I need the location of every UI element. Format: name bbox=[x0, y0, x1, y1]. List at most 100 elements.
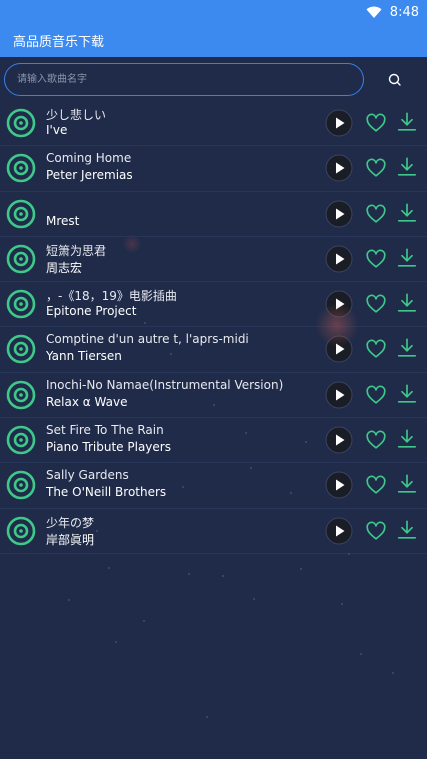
disc-icon bbox=[6, 471, 36, 500]
disc-icon bbox=[6, 380, 36, 410]
download-icon[interactable] bbox=[396, 292, 418, 314]
disc-icon bbox=[6, 199, 36, 228]
song-artist: Yann Tiersen bbox=[46, 349, 122, 364]
heart-icon[interactable] bbox=[365, 157, 387, 179]
song-artist: 周志宏 bbox=[46, 260, 83, 275]
status-bar: 8:48 bbox=[0, 0, 427, 24]
song-title: Coming Home bbox=[46, 151, 132, 166]
song-row[interactable]: 短箫为思君 周志宏 bbox=[0, 237, 427, 283]
background-dot bbox=[206, 716, 208, 718]
heart-icon[interactable] bbox=[365, 338, 387, 360]
song-artist: Mrest bbox=[46, 213, 80, 228]
background-dot bbox=[250, 467, 252, 469]
song-row[interactable]: ，-《18，19》电影插曲 Epitone Project bbox=[0, 282, 427, 328]
heart-icon[interactable] bbox=[365, 248, 387, 270]
song-title: 短箫为思君 bbox=[46, 243, 107, 258]
heart-icon[interactable] bbox=[365, 293, 387, 315]
background-dot bbox=[300, 568, 302, 570]
play-icon[interactable] bbox=[325, 381, 353, 409]
background-dot bbox=[348, 553, 350, 555]
background-blob bbox=[122, 234, 142, 254]
song-row[interactable]: Inochi-No Namae(Instrumental Version) Re… bbox=[0, 373, 427, 419]
song-title: Inochi-No Namae(Instrumental Version) bbox=[46, 377, 284, 392]
download-icon[interactable] bbox=[396, 383, 418, 405]
background-dot bbox=[170, 353, 172, 355]
disc-icon bbox=[6, 516, 36, 545]
song-artist: Peter Jeremias bbox=[46, 168, 133, 183]
heart-icon[interactable] bbox=[365, 384, 387, 406]
song-list: 少し悲しい I've Coming Home Peter Jeremias Mr… bbox=[0, 101, 427, 554]
background-blob bbox=[315, 303, 359, 347]
disc-icon bbox=[6, 108, 36, 138]
song-artist: The O'Neill Brothers bbox=[46, 485, 167, 500]
download-icon[interactable] bbox=[396, 156, 418, 178]
download-icon[interactable] bbox=[396, 519, 418, 541]
heart-icon[interactable] bbox=[365, 520, 387, 542]
background-dot bbox=[108, 567, 110, 569]
song-artist: Piano Tribute Players bbox=[46, 440, 171, 455]
song-artist: I've bbox=[46, 123, 68, 137]
background-dot bbox=[68, 599, 70, 601]
disc-icon bbox=[6, 153, 36, 183]
background-dot bbox=[143, 620, 145, 622]
download-icon[interactable] bbox=[396, 428, 418, 450]
download-icon[interactable] bbox=[396, 202, 418, 224]
download-icon[interactable] bbox=[396, 111, 418, 133]
heart-icon[interactable] bbox=[365, 474, 387, 496]
song-row[interactable]: 少年の梦 岸部眞明 bbox=[0, 509, 427, 554]
song-title: Set Fire To The Rain bbox=[46, 423, 164, 438]
search-icon[interactable] bbox=[386, 71, 404, 89]
song-title: Comptine d'un autre t, l'aprs-midi bbox=[46, 332, 249, 347]
heart-icon[interactable] bbox=[365, 112, 387, 134]
search-row bbox=[0, 57, 427, 101]
heart-icon[interactable] bbox=[365, 203, 387, 225]
download-icon[interactable] bbox=[396, 337, 418, 359]
disc-icon bbox=[6, 244, 36, 274]
song-artist: Epitone Project bbox=[46, 304, 137, 319]
app-bar: 高品质音乐下载 bbox=[0, 24, 427, 57]
disc-icon bbox=[6, 335, 36, 364]
song-row[interactable]: Comptine d'un autre t, l'aprs-midi Yann … bbox=[0, 327, 427, 373]
heart-icon[interactable] bbox=[365, 429, 387, 451]
play-icon[interactable] bbox=[325, 154, 353, 182]
song-row[interactable]: Mrest bbox=[0, 192, 427, 237]
play-icon[interactable] bbox=[325, 517, 353, 545]
song-row[interactable]: 少し悲しい I've bbox=[0, 101, 427, 147]
song-row[interactable]: Sally Gardens The O'Neill Brothers bbox=[0, 463, 427, 509]
song-title: ，-《18，19》电影插曲 bbox=[46, 289, 177, 304]
background-dot bbox=[115, 641, 117, 643]
background-dot bbox=[360, 653, 362, 655]
search-input[interactable] bbox=[15, 73, 363, 86]
wifi-icon bbox=[366, 6, 382, 18]
play-icon[interactable] bbox=[325, 245, 353, 273]
song-artist: Relax α Wave bbox=[46, 394, 128, 409]
play-icon[interactable] bbox=[325, 426, 353, 454]
search-box[interactable] bbox=[4, 63, 364, 96]
background-dot bbox=[182, 486, 184, 488]
status-time: 8:48 bbox=[389, 4, 419, 20]
play-icon[interactable] bbox=[325, 200, 353, 228]
background-dot bbox=[290, 492, 292, 494]
download-icon[interactable] bbox=[396, 247, 418, 269]
background-dot bbox=[188, 573, 190, 575]
song-title: 少年の梦 bbox=[46, 515, 95, 530]
song-row[interactable]: Set Fire To The Rain Piano Tribute Playe… bbox=[0, 418, 427, 464]
background-dot bbox=[213, 404, 215, 406]
background-dot bbox=[245, 432, 247, 434]
disc-icon bbox=[6, 289, 36, 319]
download-icon[interactable] bbox=[396, 473, 418, 495]
song-row[interactable]: Coming Home Peter Jeremias bbox=[0, 146, 427, 192]
play-icon[interactable] bbox=[325, 471, 353, 499]
play-icon[interactable] bbox=[325, 109, 353, 137]
background-dot bbox=[96, 530, 98, 532]
app-title: 高品质音乐下载 bbox=[13, 35, 105, 50]
song-title: 少し悲しい bbox=[46, 108, 107, 122]
background-dot bbox=[222, 575, 224, 577]
song-artist: 岸部眞明 bbox=[46, 532, 95, 547]
background-dot bbox=[392, 672, 394, 674]
disc-icon bbox=[6, 425, 36, 455]
background-dot bbox=[341, 603, 343, 605]
background-dot bbox=[253, 598, 255, 600]
background-dot bbox=[144, 322, 146, 324]
song-title: Sally Gardens bbox=[46, 468, 129, 483]
